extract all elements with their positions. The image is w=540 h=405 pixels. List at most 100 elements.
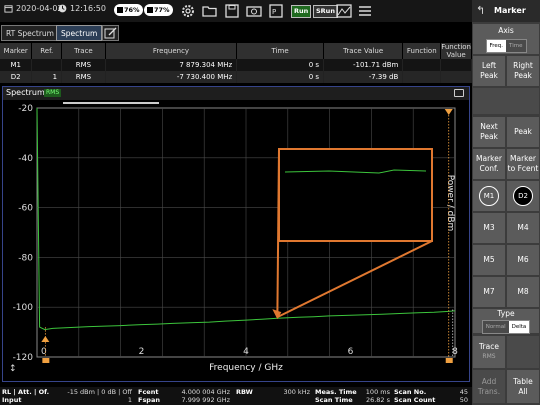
cell-trace: RMS: [61, 59, 106, 71]
m1-label: M1: [483, 192, 495, 200]
trace-select-button[interactable]: Trace RMS: [473, 336, 505, 368]
spectrum-title: Spectrum: [6, 88, 45, 97]
tab-bar: RT Spectrum Spectrum: [0, 23, 472, 42]
axis-option-time[interactable]: Time: [506, 39, 526, 52]
marker-to-fcent-button[interactable]: Marker to Fcent: [507, 149, 539, 179]
y-tick-label: -100: [13, 303, 34, 313]
x-tick-label: 0: [41, 347, 47, 357]
cell-ref: [31, 59, 63, 71]
marker-type-button[interactable]: Type Normal Delta: [473, 308, 539, 334]
column-header: Time: [236, 43, 325, 59]
status-bar: 2020-04-02 12:16:50 76% 77% P Run SRun: [0, 0, 472, 22]
marker-m8-button[interactable]: M8: [507, 277, 539, 307]
cell-time: 0 s: [236, 59, 325, 71]
edit-tab-button[interactable]: [102, 25, 119, 41]
d2-label: D2: [518, 192, 528, 200]
marker-m3-button[interactable]: M3: [473, 213, 505, 243]
type-toggle[interactable]: Normal Delta: [481, 319, 531, 334]
left-peak-button[interactable]: Left Peak: [473, 56, 505, 86]
run-button[interactable]: Run: [291, 5, 312, 18]
table-row[interactable]: M1 RMS 7 879.304 MHz 0 s -101.71 dBm: [0, 59, 472, 71]
cell-function: [402, 71, 442, 83]
param-key-fcent[interactable]: Fcent: [138, 388, 158, 396]
column-header: Frequency: [105, 43, 238, 59]
y-tick-label: -60: [18, 204, 33, 214]
m6-label: M6: [517, 255, 529, 264]
param-val-fcent: 4.000 004 GHz: [181, 388, 230, 396]
empty-slot: [507, 336, 539, 368]
param-key-scan-no[interactable]: Scan No.: [394, 388, 426, 396]
param-key-rbw[interactable]: RBW: [236, 388, 253, 396]
settings-gear-icon[interactable]: [179, 3, 197, 19]
column-header: Ref.: [31, 43, 63, 59]
cell-marker: D2: [0, 71, 33, 83]
m3-label: M3: [483, 223, 495, 232]
cell-function: [402, 59, 442, 71]
axis-button[interactable]: Axis Freq. Time: [473, 24, 539, 54]
peak-button[interactable]: Peak: [507, 117, 539, 147]
param-key-input[interactable]: Input: [2, 396, 21, 404]
axis-toggle[interactable]: Freq. Time: [485, 38, 527, 53]
cell-trace-value: -7.39 dB: [323, 71, 404, 83]
param-key-scan-time[interactable]: Scan Time: [315, 396, 353, 404]
add-trans-button[interactable]: Add Trans.: [473, 370, 505, 403]
maximize-icon[interactable]: [454, 89, 464, 97]
y-tick-label: -20: [18, 104, 33, 114]
type-option-normal[interactable]: Normal: [482, 320, 509, 333]
cell-frequency: -7 730.400 MHz: [105, 71, 238, 83]
type-option-delta[interactable]: Delta: [508, 320, 530, 333]
table-all-button[interactable]: Table All: [507, 370, 539, 403]
type-label: Type: [497, 308, 515, 318]
parameter-bar: RL | Att. | Of. -15 dBm | 0 dB | Off Inp…: [0, 387, 472, 405]
zoom-box: [278, 148, 433, 242]
column-header: Function Value: [440, 43, 472, 59]
x-tick-label: 2: [139, 347, 145, 357]
marker-m5-button[interactable]: M5: [473, 245, 505, 275]
marker-m7-button[interactable]: M7: [473, 277, 505, 307]
right-peak-label: Right Peak: [513, 61, 533, 80]
marker-m1-button[interactable]: M1: [473, 181, 505, 211]
y-axis-label: Power / dBm: [445, 175, 455, 232]
edit-icon: [104, 27, 117, 39]
cell-marker: M1: [0, 59, 33, 71]
scroll-range-icon: ↕: [9, 364, 17, 374]
right-peak-button[interactable]: Right Peak: [507, 56, 539, 86]
menu-icon[interactable]: [356, 3, 374, 19]
left-peak-label: Left Peak: [480, 61, 498, 80]
column-header: Function: [402, 43, 442, 59]
open-folder-icon[interactable]: [201, 3, 219, 19]
date-display: 2020-04-02: [4, 4, 63, 13]
battery-icon: [117, 7, 123, 13]
back-arrow-icon[interactable]: ↰: [476, 4, 485, 17]
column-header: Trace: [61, 43, 106, 59]
battery-icon: [147, 7, 153, 13]
axis-option-freq[interactable]: Freq.: [486, 39, 507, 52]
trace-label: Trace: [479, 342, 499, 351]
tab-spectrum[interactable]: Spectrum: [56, 25, 103, 41]
camera-icon[interactable]: [245, 3, 263, 19]
tab-rt-spectrum[interactable]: RT Spectrum: [1, 25, 59, 41]
battery-1-badge: 76%: [114, 4, 143, 16]
marker-d2-button[interactable]: D2: [507, 181, 539, 211]
param-key-fspan[interactable]: Fspan: [138, 396, 160, 404]
column-header: Marker: [0, 43, 33, 59]
table-row[interactable]: D2 1 RMS -7 730.400 MHz 0 s -7.39 dB: [0, 71, 472, 83]
display-mode-icon[interactable]: [335, 3, 353, 19]
preset-icon[interactable]: P: [267, 3, 285, 19]
marker-table: Marker Ref. Trace Frequency Time Trace V…: [0, 43, 472, 83]
next-peak-button[interactable]: Next Peak: [473, 117, 505, 147]
column-header: Trace Value: [323, 43, 404, 59]
empty-slot: [473, 88, 539, 114]
marker-m6-button[interactable]: M6: [507, 245, 539, 275]
cell-trace-value: -101.71 dBm: [323, 59, 404, 71]
marker-m4-button[interactable]: M4: [507, 213, 539, 243]
spectrum-chart[interactable]: -20-40-60-80-100-1200 2 4 6 8Frequency / GHz…: [3, 100, 469, 382]
spectrum-window[interactable]: Spectrum RMS -20 -40 -60 -80 -100 -120 0 2 4 6 8 Fr…: [2, 86, 470, 382]
param-val-scan-time: 26.82 s: [365, 396, 390, 404]
marker-d2-indicator: D2: [513, 186, 533, 206]
peak-label: Peak: [514, 127, 532, 136]
save-icon[interactable]: [223, 3, 241, 19]
axis-label: Axis: [498, 25, 514, 35]
marker-config-button[interactable]: Marker Conf.: [473, 149, 505, 179]
param-key-ref-level[interactable]: RL | Att. | Of.: [2, 388, 49, 396]
